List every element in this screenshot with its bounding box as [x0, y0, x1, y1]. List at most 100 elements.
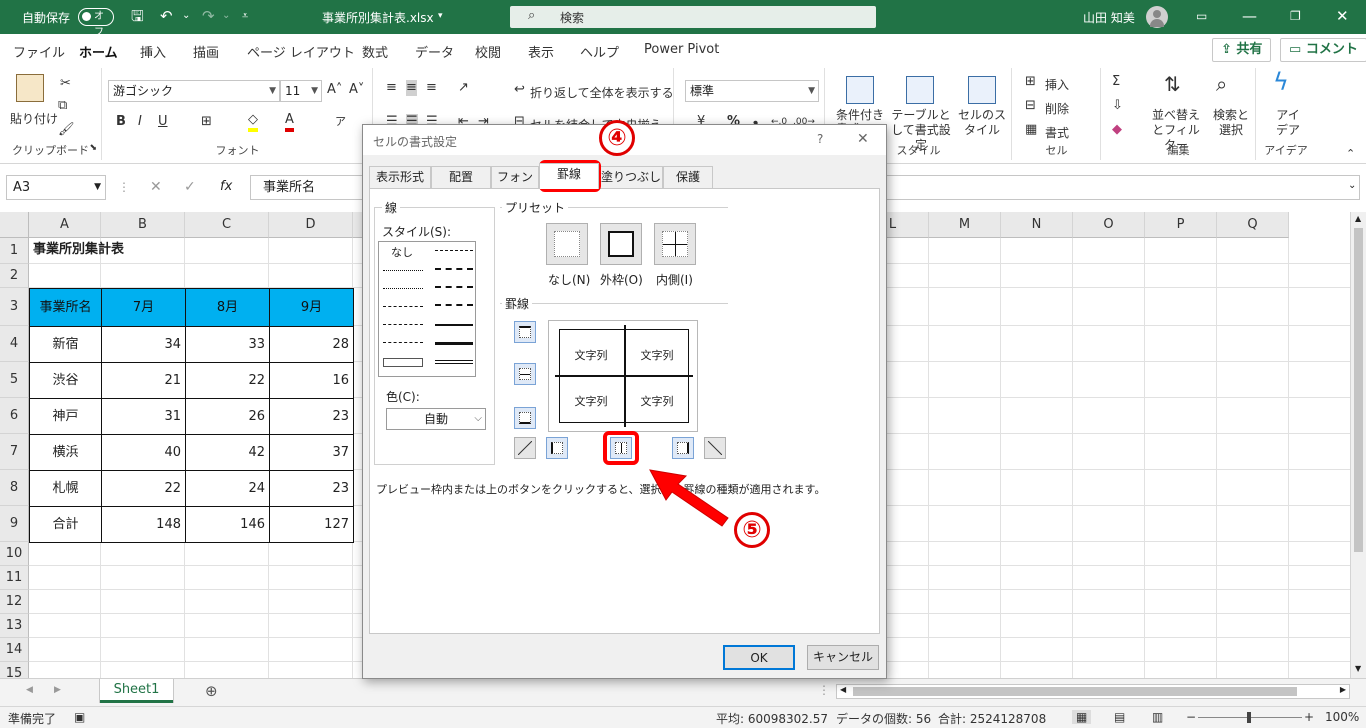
vertical-scroll-thumb[interactable] — [1354, 228, 1363, 552]
tab-draw[interactable]: 描画 — [193, 42, 219, 61]
ideas-icon[interactable]: ϟ — [1273, 70, 1289, 94]
table-cell[interactable]: 127 — [269, 506, 354, 543]
align-top-icon[interactable]: ≡ — [386, 80, 397, 96]
sheet-split-icon[interactable]: ⋮ — [818, 683, 830, 697]
insert-cells-button[interactable]: 挿入 — [1045, 76, 1069, 93]
line-style-medium[interactable] — [435, 324, 473, 326]
table-cell[interactable]: 渋谷 — [29, 362, 102, 399]
column-header-P[interactable]: P — [1145, 212, 1217, 238]
row-header-2[interactable]: 2 — [0, 264, 29, 288]
line-style-medium-dash-dot-dot[interactable] — [435, 250, 473, 251]
tab-page-layout[interactable]: ページ レイアウト — [247, 42, 355, 61]
preset-outline-button[interactable] — [600, 223, 642, 265]
table-cell[interactable]: 34 — [101, 326, 186, 363]
table-cell[interactable]: 札幌 — [29, 470, 102, 507]
cell-styles-icon[interactable] — [968, 76, 996, 104]
border-right-button[interactable] — [672, 437, 694, 459]
line-style-thick[interactable] — [435, 342, 473, 345]
page-break-view-icon[interactable]: ▥ — [1152, 710, 1163, 724]
column-header-B[interactable]: B — [101, 212, 185, 238]
tab-review[interactable]: 校閲 — [475, 42, 501, 61]
line-style-dotted[interactable] — [383, 288, 423, 289]
border-preview[interactable]: 文字列 文字列 文字列 文字列 — [548, 320, 698, 432]
ideas-button[interactable]: アイデア — [1273, 108, 1303, 138]
expand-formula-bar-icon[interactable]: ⌄ — [1348, 180, 1356, 191]
tab-view[interactable]: 表示 — [528, 42, 554, 61]
prev-sheet-icon[interactable]: ◀ — [26, 685, 33, 695]
column-header-O[interactable]: O — [1073, 212, 1145, 238]
table-cell[interactable]: 31 — [101, 398, 186, 435]
border-bottom-button[interactable] — [514, 407, 536, 429]
increase-font-icon[interactable]: A˄ — [327, 82, 342, 98]
tab-data[interactable]: データ — [415, 42, 454, 61]
confirm-entry-icon[interactable]: ✓ — [184, 179, 196, 195]
cut-icon[interactable]: ✂ — [60, 76, 71, 92]
scroll-right-icon[interactable]: ▶ — [1340, 685, 1346, 694]
row-header-3[interactable]: 3 — [0, 288, 29, 326]
tab-power-pivot[interactable]: Power Pivot — [644, 42, 719, 57]
border-diagonal-up-button[interactable] — [514, 437, 536, 459]
next-sheet-icon[interactable]: ▶ — [54, 685, 61, 695]
table-header-cell[interactable]: 事業所名 — [29, 288, 102, 327]
row-header-6[interactable]: 6 — [0, 398, 29, 434]
border-inside-vertical-button[interactable] — [610, 437, 632, 459]
close-icon[interactable]: ✕ — [1336, 8, 1349, 24]
collapse-ribbon-icon[interactable]: ⌃ — [1346, 146, 1355, 162]
cancel-entry-icon[interactable]: ✕ — [150, 179, 162, 195]
orientation-icon[interactable]: ↗ — [458, 80, 469, 96]
row-header-11[interactable]: 11 — [0, 566, 29, 590]
name-box[interactable]: A3 ▼ — [6, 175, 106, 200]
table-cell[interactable]: 23 — [269, 470, 354, 507]
column-header-Q[interactable]: Q — [1217, 212, 1289, 238]
user-avatar[interactable] — [1146, 6, 1168, 28]
column-header-D[interactable]: D — [269, 212, 353, 238]
border-diagonal-down-button[interactable] — [704, 437, 726, 459]
zoom-in-icon[interactable]: + — [1304, 710, 1314, 724]
delete-cells-button[interactable]: 削除 — [1045, 100, 1069, 117]
row-header-7[interactable]: 7 — [0, 434, 29, 470]
insert-function-icon[interactable]: fx — [220, 179, 232, 194]
row-header-4[interactable]: 4 — [0, 326, 29, 362]
table-cell[interactable]: 33 — [185, 326, 270, 363]
table-cell[interactable]: 40 — [101, 434, 186, 471]
undo-dropdown-icon[interactable]: ⌄ — [182, 8, 190, 24]
border-inside-horizontal-button[interactable] — [514, 363, 536, 385]
column-header-C[interactable]: C — [185, 212, 269, 238]
scroll-up-icon[interactable]: ▲ — [1355, 214, 1361, 223]
fill-color-icon[interactable]: ◇ — [248, 112, 258, 132]
row-header-10[interactable]: 10 — [0, 542, 29, 566]
minimize-icon[interactable]: — — [1242, 8, 1257, 24]
tab-file[interactable]: ファイル — [13, 42, 65, 61]
macro-record-icon[interactable]: ▣ — [74, 710, 85, 724]
line-style-thin-selected[interactable] — [383, 358, 423, 367]
phonetic-icon[interactable]: ア — [335, 114, 346, 130]
row-header-13[interactable]: 13 — [0, 614, 29, 638]
add-sheet-icon[interactable]: ⊕ — [205, 682, 218, 700]
customize-qat-icon[interactable]: ⩡ — [242, 8, 248, 24]
table-cell[interactable]: 22 — [101, 470, 186, 507]
line-style-list[interactable]: なし — [378, 241, 476, 377]
autosum-icon[interactable]: Σ — [1112, 74, 1120, 90]
ribbon-display-options-icon[interactable]: ▭ — [1196, 8, 1207, 24]
number-format-combo[interactable]: 標準 ▼ — [685, 80, 819, 102]
table-header-cell[interactable]: 7月 — [101, 288, 186, 327]
insert-cells-icon[interactable]: ⊞ — [1025, 74, 1036, 90]
line-style-medium-dash-dot[interactable] — [435, 286, 473, 288]
table-cell[interactable]: 146 — [185, 506, 270, 543]
wrap-text-button[interactable]: 折り返して全体を表示する — [530, 84, 674, 101]
page-layout-view-icon[interactable]: ▤ — [1114, 710, 1125, 724]
italic-button[interactable]: I — [138, 114, 142, 130]
column-header-A[interactable]: A — [29, 212, 101, 238]
align-bottom-icon[interactable]: ≡ — [426, 80, 437, 96]
clear-icon[interactable]: ◆ — [1112, 122, 1122, 138]
line-color-combo[interactable]: 自動 ⌵ — [386, 408, 486, 430]
dlg-tab-alignment[interactable]: 配置 — [431, 166, 491, 188]
scroll-down-icon[interactable]: ▼ — [1355, 664, 1361, 673]
dlg-tab-fill[interactable]: 塗りつぶし — [599, 166, 663, 188]
borders-icon[interactable]: ⊞ — [201, 114, 212, 130]
row-header-12[interactable]: 12 — [0, 590, 29, 614]
format-cells-button[interactable]: 書式 — [1045, 124, 1069, 141]
table-cell[interactable]: 16 — [269, 362, 354, 399]
column-header-N[interactable]: N — [1001, 212, 1073, 238]
wrap-text-icon[interactable]: ↩ — [514, 82, 525, 98]
